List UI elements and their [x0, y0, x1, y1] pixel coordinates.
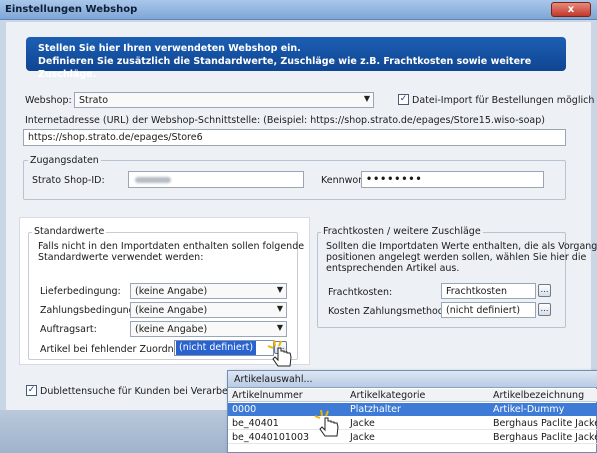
info-banner: Stellen Sie hier Ihren verwendeten Websh…: [26, 37, 566, 80]
cell-artikelkategorie: Platzhalter: [350, 404, 401, 415]
fracht-desc-1: Sollten die Importdaten Werte enthalten,…: [326, 241, 597, 252]
shop-id-input[interactable]: [128, 171, 304, 188]
popup-title-bar: Artikelauswahl...: [228, 371, 597, 388]
frachtkosten-input[interactable]: Frachtkosten: [441, 283, 536, 299]
banner-line-2: Definieren Sie zusätzlich die Standardwe…: [38, 56, 532, 80]
zahlungsbedingung-value: (keine Angabe): [135, 305, 208, 316]
cell-artikelbezeichnung: Berghaus Paclite Jacket - I: [493, 418, 597, 429]
zahlungsmethode-label: Kosten Zahlungsmethode:: [328, 306, 453, 317]
shop-id-label: Strato Shop-ID:: [32, 175, 105, 186]
lieferbedingung-select[interactable]: (keine Angabe) ▼: [130, 283, 287, 299]
lieferbedingung-value: (keine Angabe): [135, 286, 208, 297]
settings-window: Einstellungen Webshop x Stellen Sie hier…: [0, 0, 597, 453]
table-row[interactable]: be_40401 Jacke Berghaus Paclite Jacket -…: [228, 417, 597, 430]
column-header-artikelnummer[interactable]: Artikelnummer: [232, 390, 303, 401]
url-label: Internetadresse (URL) der Webshop-Schnit…: [25, 115, 545, 126]
webshop-value: Strato: [79, 95, 109, 106]
chevron-down-icon: ▼: [276, 304, 283, 313]
column-header-artikelbezeichnung[interactable]: Artikelbezeichnung: [493, 390, 584, 401]
table-header: Artikelnummer Artikelkategorie Artikelbe…: [228, 389, 597, 402]
password-value: ••••••••: [366, 174, 423, 185]
cell-artikelkategorie: Jacke: [350, 418, 375, 429]
frachtkosten-label: Frachtkosten:: [328, 287, 393, 298]
standardwerte-desc-1: Falls nicht in den Importdaten enthalten…: [38, 241, 305, 252]
cell-artikelbezeichnung: Artikel-Dummy: [493, 404, 565, 415]
artikel-value: (nicht definiert): [176, 341, 257, 355]
chevron-down-icon: ▼: [276, 285, 283, 294]
ellipsis-icon: …: [540, 285, 549, 294]
column-header-artikelkategorie[interactable]: Artikelkategorie: [350, 390, 425, 401]
standardwerte-title: Standardwerte: [32, 226, 107, 237]
auftragsart-label: Auftragsart:: [40, 324, 97, 335]
url-input[interactable]: https://shop.strato.de/epages/Store6: [23, 129, 566, 146]
blurred-shop-id: [135, 177, 171, 183]
zahlungsmethode-browse-button[interactable]: …: [538, 303, 551, 316]
title-bar: Einstellungen Webshop x: [0, 0, 597, 20]
chevron-down-icon: ▼: [276, 323, 283, 332]
url-value: https://shop.strato.de/epages/Store6: [28, 132, 203, 143]
hand-pointer-icon: [314, 409, 339, 437]
frachtkosten-value: Frachtkosten: [446, 286, 507, 297]
fracht-title: Frachtkosten / weitere Zuschläge: [321, 226, 483, 237]
cell-artikelnummer: 0000: [232, 404, 257, 415]
ellipsis-icon: …: [540, 304, 549, 313]
hand-pointer-icon: [267, 339, 292, 367]
cell-artikelnummer: be_40401: [232, 418, 279, 429]
close-button[interactable]: x: [551, 2, 591, 17]
auftragsart-select[interactable]: (keine Angabe) ▼: [130, 321, 287, 337]
zahlungsmethode-value: (nicht definiert): [446, 305, 521, 316]
fracht-desc-2: positionen angelegt werden sollen, wähle…: [326, 252, 587, 263]
dubletten-checkbox[interactable]: ✓: [26, 385, 37, 396]
lieferbedingung-label: Lieferbedingung:: [40, 286, 121, 297]
banner-line-1: Stellen Sie hier Ihren verwendeten Websh…: [38, 43, 301, 54]
window-title: Einstellungen Webshop: [5, 4, 138, 15]
zugangsdaten-title: Zugangsdaten: [28, 155, 101, 166]
popup-title: Artikelauswahl...: [234, 374, 313, 385]
import-checkbox-label: Datei-Import für Bestellungen möglich: [412, 95, 595, 106]
cell-artikelkategorie: Jacke: [350, 432, 375, 443]
auftragsart-value: (keine Angabe): [135, 324, 208, 335]
standardwerte-desc-2: Standardwerte verwendet werden:: [38, 252, 204, 263]
password-input[interactable]: ••••••••: [361, 171, 544, 188]
artikel-auswahl-popup: Artikelauswahl... Artikelnummer Artikelk…: [227, 370, 597, 453]
webshop-label: Webshop:: [25, 95, 72, 106]
zahlungsbedingung-select[interactable]: (keine Angabe) ▼: [130, 302, 287, 318]
close-icon: x: [567, 4, 575, 15]
import-checkbox[interactable]: ✓: [398, 94, 409, 105]
cell-artikelbezeichnung: Berghaus Paclite Jacket - I: [493, 432, 597, 443]
table-row[interactable]: 0000 Platzhalter Artikel-Dummy: [228, 403, 597, 416]
webshop-select[interactable]: Strato ▼: [74, 92, 374, 108]
frachtkosten-browse-button[interactable]: …: [538, 284, 551, 297]
artikel-input[interactable]: (nicht definiert): [174, 340, 274, 356]
cell-artikelnummer: be_4040101003: [232, 432, 310, 443]
chevron-down-icon: ▼: [363, 94, 370, 103]
artikel-label: Artikel bei fehlender Zuordnung:: [40, 344, 195, 355]
zahlungsmethode-input[interactable]: (nicht definiert): [441, 302, 536, 318]
table-row[interactable]: be_4040101003 Jacke Berghaus Paclite Jac…: [228, 431, 597, 444]
fracht-desc-3: entsprechenden Artikel aus.: [326, 263, 460, 274]
zahlungsbedingung-label: Zahlungsbedingung:: [40, 305, 138, 316]
